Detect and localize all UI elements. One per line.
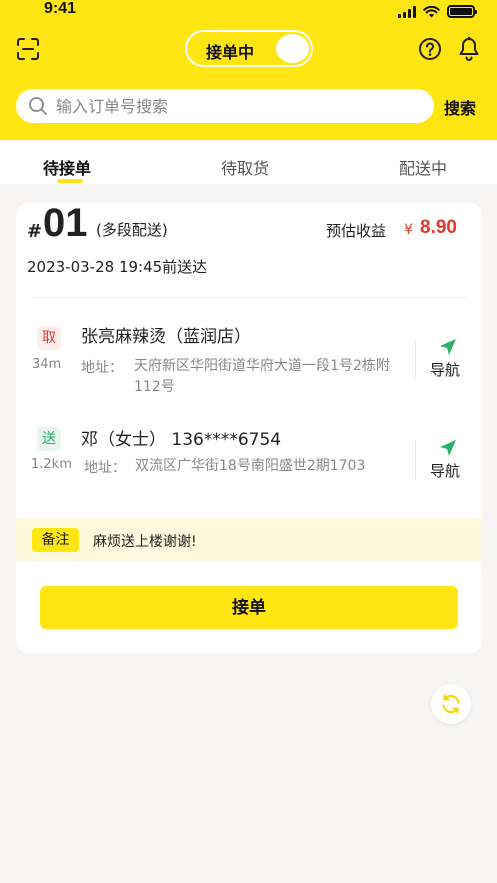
earnings-currency: ¥ [404, 222, 413, 238]
customer-name-phone: 邓（女士） 136****6754 [81, 430, 282, 450]
navigation-arrow-icon [440, 440, 456, 456]
order-number: 01 [43, 203, 88, 245]
active-tab-indicator [57, 179, 83, 183]
search-icon [29, 97, 47, 115]
help-icon[interactable] [418, 37, 442, 61]
toggle-knob [276, 34, 309, 63]
navigate-label: 导航 [430, 361, 461, 379]
cellular-signal-icon [398, 5, 416, 18]
toggle-label: 接单中 [206, 43, 255, 62]
scan-icon[interactable] [16, 37, 40, 61]
tab-pending-pickup[interactable]: 待取货 [221, 155, 269, 179]
order-tabs: 待接单 待取货 配送中 [0, 140, 497, 184]
delivery-navigate-button[interactable]: 导航 [428, 438, 468, 482]
order-type: (多段配送) [96, 221, 168, 239]
pickup-distance: 34m [32, 357, 62, 372]
tab-delivering[interactable]: 配送中 [399, 155, 447, 179]
battery-icon [447, 5, 477, 18]
delivery-address-label: 地址： [84, 460, 126, 476]
wifi-icon [423, 5, 440, 17]
tab-pending-accept[interactable]: 待接单 [43, 155, 91, 179]
pickup-badge: 取 [37, 326, 61, 350]
app-header: 9:41 接单中 输入订单号搜索 搜索 [0, 0, 497, 140]
delivery-address: 双流区广华街18号南阳盛世2期1703 [135, 458, 366, 474]
earnings-amount: 8.90 [420, 217, 457, 238]
pickup-navigate-button[interactable]: 导航 [428, 337, 468, 381]
status-bar: 9:41 [0, 0, 497, 24]
navigate-label: 导航 [430, 462, 461, 480]
work-status-toggle[interactable]: 接单中 [185, 30, 313, 67]
earnings-label: 预估收益 [326, 222, 387, 240]
status-icons [398, 5, 477, 18]
refresh-button[interactable] [431, 684, 471, 724]
navigation-arrow-icon [440, 339, 456, 355]
pickup-store-name: 张亮麻辣烫（蓝润店） [81, 327, 251, 347]
refresh-icon [442, 694, 460, 714]
status-time: 9:41 [44, 0, 77, 17]
search-button[interactable]: 搜索 [444, 95, 476, 119]
divider-vertical [415, 339, 416, 379]
accept-order-button[interactable]: 接单 [40, 586, 458, 629]
pickup-address-label: 地址： [81, 360, 123, 376]
pickup-address: 天府新区华阳街道华府大道一段1号2栋附112号 [134, 358, 390, 395]
divider-vertical [415, 440, 416, 480]
order-hash: # [27, 221, 43, 242]
order-card: # 01 (多段配送) 预估收益 ¥ 8.90 2023-03-28 19:45… [16, 203, 482, 653]
remark-bar: 备注 麻烦送上楼谢谢! [16, 518, 482, 562]
search-input[interactable] [56, 94, 416, 118]
search-box[interactable] [16, 89, 434, 123]
divider [32, 297, 466, 298]
delivery-deadline: 2023-03-28 19:45前送达 [27, 258, 208, 276]
bell-icon[interactable] [457, 36, 481, 62]
delivery-badge: 送 [37, 427, 61, 451]
delivery-distance: 1.2km [31, 457, 72, 472]
remark-tag: 备注 [32, 528, 79, 552]
remark-text: 麻烦送上楼谢谢! [93, 534, 197, 550]
